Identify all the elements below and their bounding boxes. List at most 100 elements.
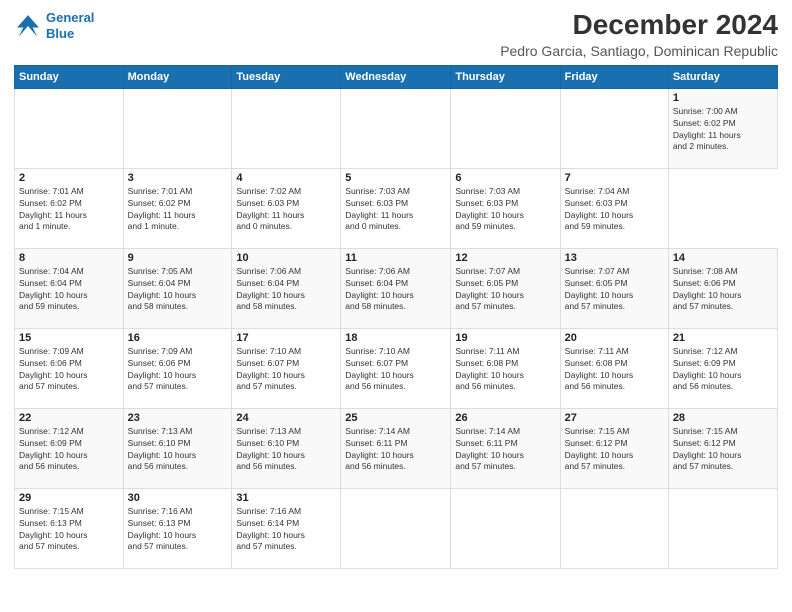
calendar-cell: 8Sunrise: 7:04 AMSunset: 6:04 PMDaylight…	[15, 248, 124, 328]
day-info: Sunrise: 7:07 AMSunset: 6:05 PMDaylight:…	[565, 266, 664, 314]
day-info: Sunrise: 7:06 AMSunset: 6:04 PMDaylight:…	[345, 266, 446, 314]
day-info: Sunrise: 7:03 AMSunset: 6:03 PMDaylight:…	[345, 186, 446, 234]
day-info: Sunrise: 7:05 AMSunset: 6:04 PMDaylight:…	[128, 266, 228, 314]
calendar-week-5: 29Sunrise: 7:15 AMSunset: 6:13 PMDayligh…	[15, 488, 778, 568]
calendar-week-4: 22Sunrise: 7:12 AMSunset: 6:09 PMDayligh…	[15, 408, 778, 488]
day-number: 6	[455, 172, 555, 184]
day-info: Sunrise: 7:15 AMSunset: 6:13 PMDaylight:…	[19, 506, 119, 554]
calendar-cell: 27 Sunrise: 7:15 AMSunset: 6:12 PMDayligh…	[560, 408, 668, 488]
calendar-cell: 22Sunrise: 7:12 AMSunset: 6:09 PMDayligh…	[15, 408, 124, 488]
calendar-cell: 26 Sunrise: 7:14 AMSunset: 6:11 PMDayligh…	[451, 408, 560, 488]
day-number: 26	[455, 412, 555, 424]
day-number: 18	[345, 332, 446, 344]
day-number: 3	[128, 172, 228, 184]
day-info: Sunrise: 7:10 AMSunset: 6:07 PMDaylight:…	[236, 346, 336, 394]
calendar-cell: 12 Sunrise: 7:07 AMSunset: 6:05 PMDayligh…	[451, 248, 560, 328]
day-number: 4	[236, 172, 336, 184]
day-info: Sunrise: 7:06 AMSunset: 6:04 PMDaylight:…	[236, 266, 336, 314]
calendar-week-1: 2Sunrise: 7:01 AMSunset: 6:02 PMDaylight…	[15, 168, 778, 248]
day-number: 24	[236, 412, 336, 424]
calendar-week-3: 15 Sunrise: 7:09 AMSunset: 6:06 PMDayligh…	[15, 328, 778, 408]
day-info: Sunrise: 7:16 AMSunset: 6:13 PMDaylight:…	[128, 506, 228, 554]
day-number: 11	[345, 252, 446, 264]
day-info: Sunrise: 7:09 AMSunset: 6:06 PMDaylight:…	[128, 346, 228, 394]
calendar-cell: 11 Sunrise: 7:06 AMSunset: 6:04 PMDayligh…	[341, 248, 451, 328]
col-tuesday: Tuesday	[232, 65, 341, 88]
calendar-cell: 18Sunrise: 7:10 AMSunset: 6:07 PMDayligh…	[341, 328, 451, 408]
calendar-cell: 1 Sunrise: 7:00 AMSunset: 6:02 PMDaylight…	[668, 88, 777, 168]
calendar-cell: 31Sunrise: 7:16 AMSunset: 6:14 PMDayligh…	[232, 488, 341, 568]
day-number: 1	[673, 92, 773, 104]
day-info: Sunrise: 7:13 AMSunset: 6:10 PMDaylight:…	[236, 426, 336, 474]
calendar-cell-empty	[15, 88, 124, 168]
day-number: 31	[236, 492, 336, 504]
day-info: Sunrise: 7:15 AMSunset: 6:12 PMDaylight:…	[673, 426, 773, 474]
calendar-cell: 15 Sunrise: 7:09 AMSunset: 6:06 PMDayligh…	[15, 328, 124, 408]
page: General Blue December 2024 Pedro Garcia,…	[0, 0, 792, 612]
day-info: Sunrise: 7:12 AMSunset: 6:09 PMDaylight:…	[673, 346, 773, 394]
calendar-cell: 24 Sunrise: 7:13 AMSunset: 6:10 PMDayligh…	[232, 408, 341, 488]
calendar-cell-empty	[123, 88, 232, 168]
logo-text: General Blue	[46, 10, 94, 41]
calendar-cell	[560, 488, 668, 568]
day-number: 30	[128, 492, 228, 504]
day-number: 9	[128, 252, 228, 264]
title-area: December 2024 Pedro Garcia, Santiago, Do…	[500, 10, 778, 59]
calendar-cell-empty	[232, 88, 341, 168]
calendar-cell: 29Sunrise: 7:15 AMSunset: 6:13 PMDayligh…	[15, 488, 124, 568]
day-info: Sunrise: 7:14 AMSunset: 6:11 PMDaylight:…	[455, 426, 555, 474]
day-info: Sunrise: 7:15 AMSunset: 6:12 PMDaylight:…	[565, 426, 664, 474]
col-friday: Friday	[560, 65, 668, 88]
calendar-cell: 14Sunrise: 7:08 AMSunset: 6:06 PMDayligh…	[668, 248, 777, 328]
col-saturday: Saturday	[668, 65, 777, 88]
calendar-cell: 3 Sunrise: 7:01 AMSunset: 6:02 PMDaylight…	[123, 168, 232, 248]
day-info: Sunrise: 7:04 AMSunset: 6:03 PMDaylight:…	[565, 186, 664, 234]
calendar-cell	[341, 488, 451, 568]
day-number: 17	[236, 332, 336, 344]
col-sunday: Sunday	[15, 65, 124, 88]
calendar-cell: 16 Sunrise: 7:09 AMSunset: 6:06 PMDayligh…	[123, 328, 232, 408]
calendar-cell: 17 Sunrise: 7:10 AMSunset: 6:07 PMDayligh…	[232, 328, 341, 408]
calendar-cell: 30 Sunrise: 7:16 AMSunset: 6:13 PMDayligh…	[123, 488, 232, 568]
day-info: Sunrise: 7:04 AMSunset: 6:04 PMDaylight:…	[19, 266, 119, 314]
logo-icon	[14, 12, 42, 40]
calendar-table: Sunday Monday Tuesday Wednesday Thursday…	[14, 65, 778, 569]
day-info: Sunrise: 7:01 AMSunset: 6:02 PMDaylight:…	[19, 186, 119, 234]
col-wednesday: Wednesday	[341, 65, 451, 88]
calendar-cell: 6Sunrise: 7:03 AMSunset: 6:03 PMDaylight…	[451, 168, 560, 248]
day-info: Sunrise: 7:11 AMSunset: 6:08 PMDaylight:…	[565, 346, 664, 394]
calendar-cell: 23Sunrise: 7:13 AMSunset: 6:10 PMDayligh…	[123, 408, 232, 488]
day-number: 14	[673, 252, 773, 264]
calendar-cell	[668, 488, 777, 568]
day-info: Sunrise: 7:01 AMSunset: 6:02 PMDaylight:…	[128, 186, 228, 234]
calendar-cell: 2Sunrise: 7:01 AMSunset: 6:02 PMDaylight…	[15, 168, 124, 248]
calendar-cell-empty	[341, 88, 451, 168]
day-number: 10	[236, 252, 336, 264]
calendar-cell	[451, 488, 560, 568]
day-number: 12	[455, 252, 555, 264]
page-title: December 2024	[500, 10, 778, 41]
col-thursday: Thursday	[451, 65, 560, 88]
calendar-header-row: Sunday Monday Tuesday Wednesday Thursday…	[15, 65, 778, 88]
calendar-cell: 20 Sunrise: 7:11 AMSunset: 6:08 PMDayligh…	[560, 328, 668, 408]
logo-blue: Blue	[46, 26, 94, 42]
calendar-cell-empty	[451, 88, 560, 168]
day-number: 28	[673, 412, 773, 424]
day-number: 20	[565, 332, 664, 344]
day-number: 5	[345, 172, 446, 184]
day-info: Sunrise: 7:13 AMSunset: 6:10 PMDaylight:…	[128, 426, 228, 474]
day-number: 22	[19, 412, 119, 424]
day-number: 27	[565, 412, 664, 424]
calendar-cell: 4Sunrise: 7:02 AMSunset: 6:03 PMDaylight…	[232, 168, 341, 248]
day-info: Sunrise: 7:07 AMSunset: 6:05 PMDaylight:…	[455, 266, 555, 314]
calendar-cell: 21 Sunrise: 7:12 AMSunset: 6:09 PMDayligh…	[668, 328, 777, 408]
day-info: Sunrise: 7:09 AMSunset: 6:06 PMDaylight:…	[19, 346, 119, 394]
day-number: 25	[345, 412, 446, 424]
calendar-cell: 7Sunrise: 7:04 AMSunset: 6:03 PMDaylight…	[560, 168, 668, 248]
day-number: 21	[673, 332, 773, 344]
day-info: Sunrise: 7:00 AMSunset: 6:02 PMDaylight:…	[673, 106, 773, 154]
day-number: 16	[128, 332, 228, 344]
day-number: 15	[19, 332, 119, 344]
calendar-cell: 28 Sunrise: 7:15 AMSunset: 6:12 PMDayligh…	[668, 408, 777, 488]
calendar-cell-empty	[560, 88, 668, 168]
